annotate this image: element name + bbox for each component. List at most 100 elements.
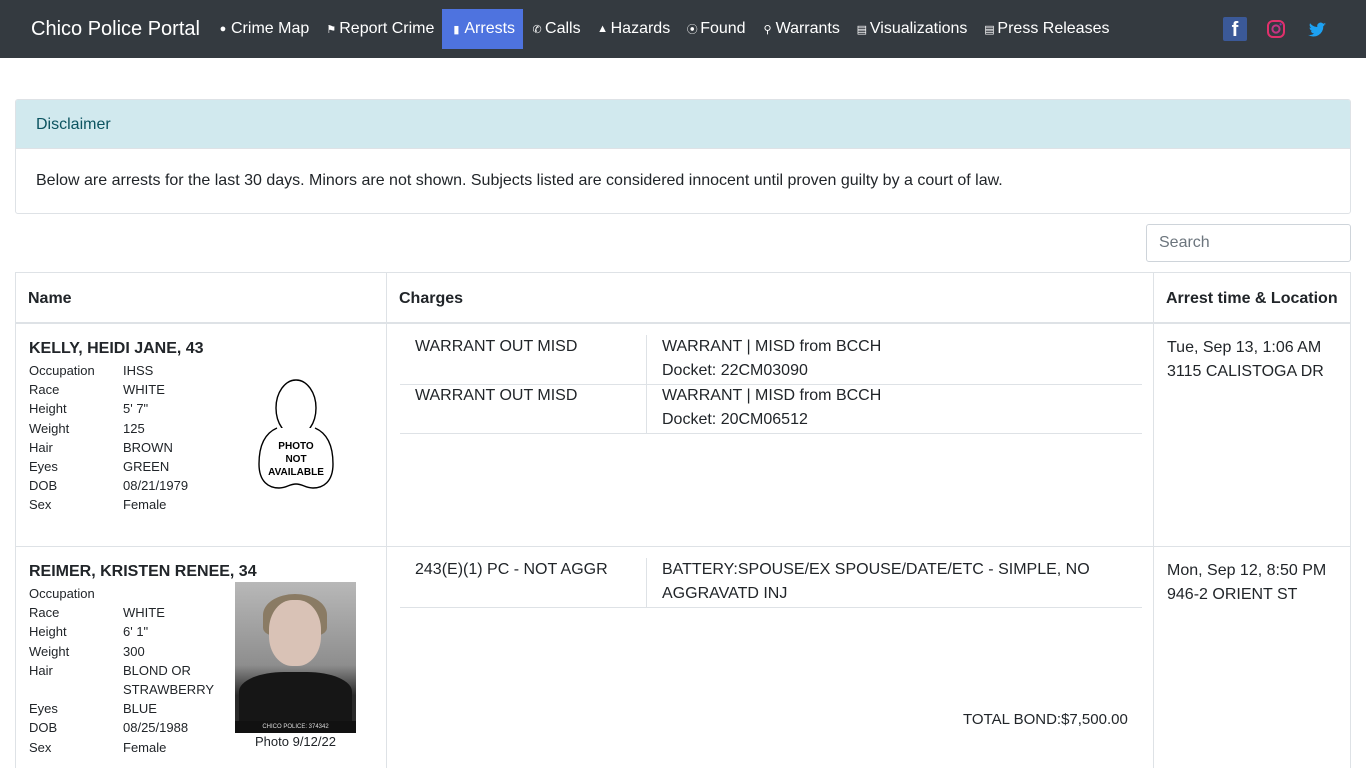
- attribute-key: Height: [29, 401, 67, 417]
- attribute-row: Eyes BLUE: [29, 699, 213, 718]
- attribute-value: 125: [123, 420, 145, 436]
- attribute-key: Weight: [29, 643, 70, 659]
- attribute-row: Eyes GREEN: [29, 457, 213, 476]
- arrest-location: 3115 CALISTOGA DR: [1167, 363, 1324, 380]
- attribute-row: DOB 08/25/1988: [29, 718, 213, 737]
- attribute-value: GREEN: [123, 459, 170, 475]
- attribute-key: DOB: [29, 720, 58, 736]
- attribute-key: Hair: [29, 662, 53, 678]
- nav-label: Found: [700, 20, 746, 37]
- total-bond: TOTAL BOND:$7,500.00: [963, 711, 1128, 728]
- nav-crime-map[interactable]: ● Crime Map: [209, 9, 317, 49]
- disclaimer-title: Disclaimer: [16, 100, 1350, 149]
- search-icon: ⚲: [763, 23, 772, 36]
- nav-visualizations[interactable]: ▤ Visualizations: [848, 9, 976, 49]
- mugshot-photo[interactable]: CHICO POLICE: 374342: [235, 582, 356, 733]
- attribute-key: DOB: [29, 478, 58, 494]
- attribute-value: WHITE: [123, 605, 165, 621]
- charge-description: WARRANT | MISD from BCCH Docket: 22CM030…: [662, 335, 1132, 383]
- compass-icon: ⦿: [686, 24, 698, 36]
- attribute-value: [123, 584, 213, 603]
- attribute-value: Female: [123, 739, 167, 755]
- attribute-key: Sex: [29, 739, 52, 755]
- attribute-row: Height 6' 1": [29, 622, 213, 641]
- charge-description: WARRANT | MISD from BCCH Docket: 20CM065…: [662, 384, 1132, 432]
- nav-press-releases[interactable]: ▤ Press Releases: [975, 9, 1117, 49]
- instagram-icon[interactable]: [1264, 17, 1288, 41]
- charge-code: WARRANT OUT MISD: [415, 387, 578, 404]
- arrest-time: Tue, Sep 13, 1:06 AM: [1167, 339, 1322, 356]
- header-divider: [16, 322, 1350, 324]
- attribute-value: BLUE: [123, 701, 157, 717]
- attribute-key: Occupation: [29, 363, 95, 378]
- facebook-icon[interactable]: f: [1223, 17, 1247, 41]
- nav-warrants[interactable]: ⚲ Warrants: [754, 9, 848, 49]
- search-input[interactable]: [1146, 224, 1351, 262]
- attribute-value: 08/21/1979: [123, 478, 189, 494]
- header-name[interactable]: Name: [28, 290, 72, 308]
- attribute-row: Race WHITE: [29, 380, 213, 399]
- nav-hazards[interactable]: ▲ Hazards: [589, 9, 679, 49]
- charge-code: 243(E)(1) PC - NOT AGGR: [415, 561, 608, 578]
- nav-label: Visualizations: [869, 20, 968, 37]
- attribute-row: Occupation: [29, 584, 213, 603]
- charge-row: 243(E)(1) PC - NOT AGGR BATTERY:SPOUSE/E…: [400, 558, 1142, 608]
- photo-caption: Photo 9/12/22: [255, 734, 336, 749]
- attribute-key: Race: [29, 382, 60, 398]
- attribute-row: Race WHITE: [29, 603, 213, 622]
- attribute-row: Weight 300: [29, 642, 213, 661]
- attribute-value: BROWN: [123, 439, 173, 455]
- attribute-value: 5' 7": [123, 401, 149, 417]
- attribute-value: IHSS: [123, 363, 154, 378]
- attribute-key: Eyes: [29, 459, 58, 475]
- chart-icon: ▤: [856, 23, 868, 36]
- charge-divider: [646, 384, 647, 433]
- newspaper-icon: ▤: [984, 23, 995, 36]
- attribute-row: Weight 125: [29, 419, 213, 438]
- arrest-time-location: Mon, Sep 12, 8:50 PM 946-2 ORIENT ST: [1167, 559, 1326, 607]
- attribute-value: BLOND OR STRAWBERRY: [123, 662, 215, 698]
- attribute-value: 08/25/1988: [123, 720, 189, 736]
- photo-placeholder-text: AVAILABLE: [268, 467, 324, 478]
- nav-label: Warrants: [775, 20, 840, 37]
- charge-row: WARRANT OUT MISD WARRANT | MISD from BCC…: [400, 384, 1142, 434]
- id-card-icon: ▮: [453, 23, 460, 36]
- photo-placeholder-text: PHOTO: [278, 441, 314, 452]
- attribute-value: WHITE: [123, 382, 165, 398]
- attribute-row: Hair BROWN: [29, 438, 213, 457]
- nav-label: Report Crime: [339, 20, 435, 37]
- nav-calls[interactable]: ✆ Calls: [523, 9, 589, 49]
- nav-report-crime[interactable]: ⚑ Report Crime: [317, 9, 442, 49]
- attribute-key: Occupation: [29, 586, 95, 601]
- arrest-time-location: Tue, Sep 13, 1:06 AM 3115 CALISTOGA DR: [1167, 336, 1324, 384]
- charge-divider: [646, 558, 647, 607]
- nav-label: Press Releases: [997, 20, 1110, 37]
- main-nav: ● Crime Map ⚑ Report Crime ▮ Arrests ✆ Calls…: [209, 9, 1117, 49]
- mugshot-body: [239, 672, 352, 721]
- charge-description: BATTERY:SPOUSE/EX SPOUSE/DATE/ETC - SIMP…: [662, 561, 1090, 602]
- brand-link[interactable]: Chico Police Portal: [31, 16, 200, 42]
- nav-label: Crime Map: [231, 20, 310, 37]
- arrests-table: Name Charges Arrest time & Location KELL…: [15, 272, 1351, 768]
- person-name: REIMER, KRISTEN RENEE, 34: [29, 563, 257, 580]
- mugshot-face: [269, 600, 321, 666]
- nav-arrests[interactable]: ▮ Arrests: [442, 9, 524, 49]
- charge-desc-text: WARRANT | MISD from BCCH: [662, 387, 882, 404]
- person-attributes: Occupation Race WHITE Height 6' 1" Weight 3…: [29, 584, 215, 757]
- attribute-key: Height: [29, 624, 67, 640]
- charge-divider: [646, 335, 647, 384]
- phone-icon: ✆: [532, 23, 542, 36]
- mugshot-id-bar: CHICO POLICE: 374342: [235, 721, 356, 733]
- attribute-row: DOB 08/21/1979: [29, 476, 213, 495]
- arrest-time: Mon, Sep 12, 8:50 PM: [1167, 562, 1327, 579]
- disclaimer-card: Disclaimer Below are arrests for the las…: [15, 99, 1351, 214]
- warning-icon: ▲: [597, 23, 609, 35]
- twitter-icon[interactable]: [1305, 17, 1329, 41]
- nav-label: Arrests: [464, 20, 516, 37]
- photo-placeholder-text: NOT: [285, 454, 306, 465]
- flag-icon: ⚑: [326, 23, 337, 36]
- attribute-value: 6' 1": [123, 624, 149, 640]
- nav-found[interactable]: ⦿ Found: [678, 9, 753, 49]
- header-arrest-time-location[interactable]: Arrest time & Location: [1166, 290, 1338, 308]
- header-charges[interactable]: Charges: [399, 290, 463, 308]
